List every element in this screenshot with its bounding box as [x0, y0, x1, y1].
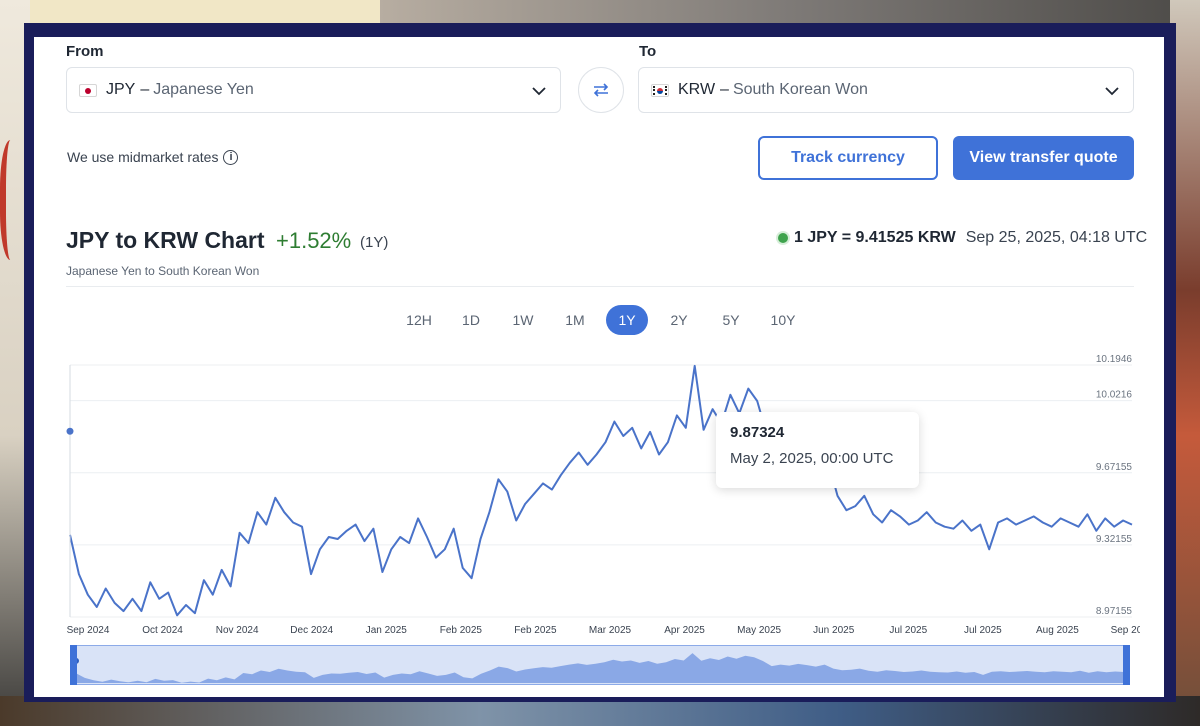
- chart-tooltip: 9.87324 May 2, 2025, 00:00 UTC: [716, 412, 919, 488]
- hover-point: [66, 427, 74, 435]
- x-tick-label: Jul 2025: [889, 625, 927, 636]
- period-button-1d[interactable]: 1D: [450, 305, 492, 335]
- tooltip-value: 9.87324: [730, 424, 785, 441]
- x-tick-label: Jul 2025: [964, 625, 1002, 636]
- y-tick-label: 9.67155: [1096, 462, 1133, 473]
- x-tick-label: Mar 2025: [589, 625, 632, 636]
- live-status-dot: [778, 233, 788, 243]
- to-currency-select[interactable]: KRW – South Korean Won: [638, 67, 1134, 113]
- range-navigator[interactable]: [70, 645, 1130, 685]
- swap-arrows-icon: [593, 83, 609, 97]
- x-tick-label: Feb 2025: [514, 625, 557, 636]
- to-currency-code: KRW: [678, 81, 716, 98]
- x-tick-label: Jan 2025: [366, 625, 408, 636]
- to-currency-name: South Korean Won: [732, 81, 868, 98]
- rate-line-chart[interactable]: 10.1946 10.0216 9.67155 9.32155 8.97155 Sep 2…: [60, 355, 1140, 640]
- navigator-right-handle[interactable]: [1123, 645, 1130, 685]
- x-tick-label: Apr 2025: [664, 625, 705, 636]
- period-button-12h[interactable]: 12H: [398, 305, 440, 335]
- x-tick-label: May 2025: [737, 625, 781, 636]
- midmarket-note: We use midmarket rates i: [67, 149, 239, 165]
- y-tick-label: 10.0216: [1096, 390, 1133, 401]
- header-divider: [66, 286, 1134, 287]
- y-tick-label: 10.1946: [1096, 355, 1133, 365]
- to-label: To: [639, 43, 657, 60]
- period-button-1w[interactable]: 1W: [502, 305, 544, 335]
- x-tick-label: Oct 2024: [142, 625, 183, 636]
- y-tick-label: 8.97155: [1096, 606, 1133, 617]
- x-tick-label: Aug 2025: [1036, 625, 1079, 636]
- period-button-10y[interactable]: 10Y: [762, 305, 804, 335]
- rate-series-line: [69, 364, 1133, 617]
- from-currency-name: Japanese Yen: [153, 81, 254, 98]
- from-currency-select[interactable]: JPY – Japanese Yen: [66, 67, 561, 113]
- japan-flag-icon: [79, 83, 97, 97]
- period-button-5y[interactable]: 5Y: [710, 305, 752, 335]
- view-transfer-quote-button[interactable]: View transfer quote: [953, 136, 1134, 180]
- chevron-down-icon: [532, 87, 546, 96]
- chevron-down-icon: [1105, 87, 1119, 96]
- x-tick-label: Sep 2025: [1111, 625, 1140, 636]
- from-label: From: [66, 43, 104, 60]
- x-tick-label: Nov 2024: [216, 625, 259, 636]
- x-tick-label: Dec 2024: [290, 625, 333, 636]
- tooltip-date: May 2, 2025, 00:00 UTC: [730, 450, 894, 467]
- track-currency-button[interactable]: Track currency: [758, 136, 938, 180]
- from-separator: –: [140, 81, 150, 98]
- period-button-2y[interactable]: 2Y: [658, 305, 700, 335]
- to-separator: –: [720, 81, 729, 98]
- period-button-1m[interactable]: 1M: [554, 305, 596, 335]
- navigator-left-handle[interactable]: [70, 645, 77, 685]
- period-button-1y[interactable]: 1Y: [606, 305, 648, 335]
- rate-value: 1 JPY = 9.41525 KRW: [794, 229, 956, 246]
- chart-subtitle: Japanese Yen to South Korean Won: [66, 264, 260, 278]
- south-korea-flag-icon: [651, 83, 669, 97]
- percent-change: +1.52%: [276, 228, 352, 253]
- info-icon[interactable]: i: [223, 149, 239, 165]
- period-selector: 12H 1D 1W 1M 1Y 2Y 5Y 10Y: [398, 305, 806, 335]
- swap-currencies-button[interactable]: [578, 67, 624, 113]
- y-tick-label: 9.32155: [1096, 534, 1133, 545]
- chart-title: JPY to KRW Chart: [66, 227, 265, 253]
- x-tick-label: Jun 2025: [813, 625, 855, 636]
- rate-timestamp: Sep 25, 2025, 04:18 UTC: [965, 229, 1148, 246]
- x-tick-label: Feb 2025: [440, 625, 483, 636]
- backdrop-red-stroke: [0, 140, 26, 260]
- x-tick-label: Sep 2024: [67, 625, 110, 636]
- midmarket-note-text: We use midmarket rates: [67, 149, 219, 165]
- current-rate: 1 JPY = 9.41525 KRW Sep 25, 2025, 04:18 …: [778, 229, 1147, 247]
- change-period: (1Y): [360, 234, 389, 251]
- from-currency-code: JPY: [106, 81, 136, 98]
